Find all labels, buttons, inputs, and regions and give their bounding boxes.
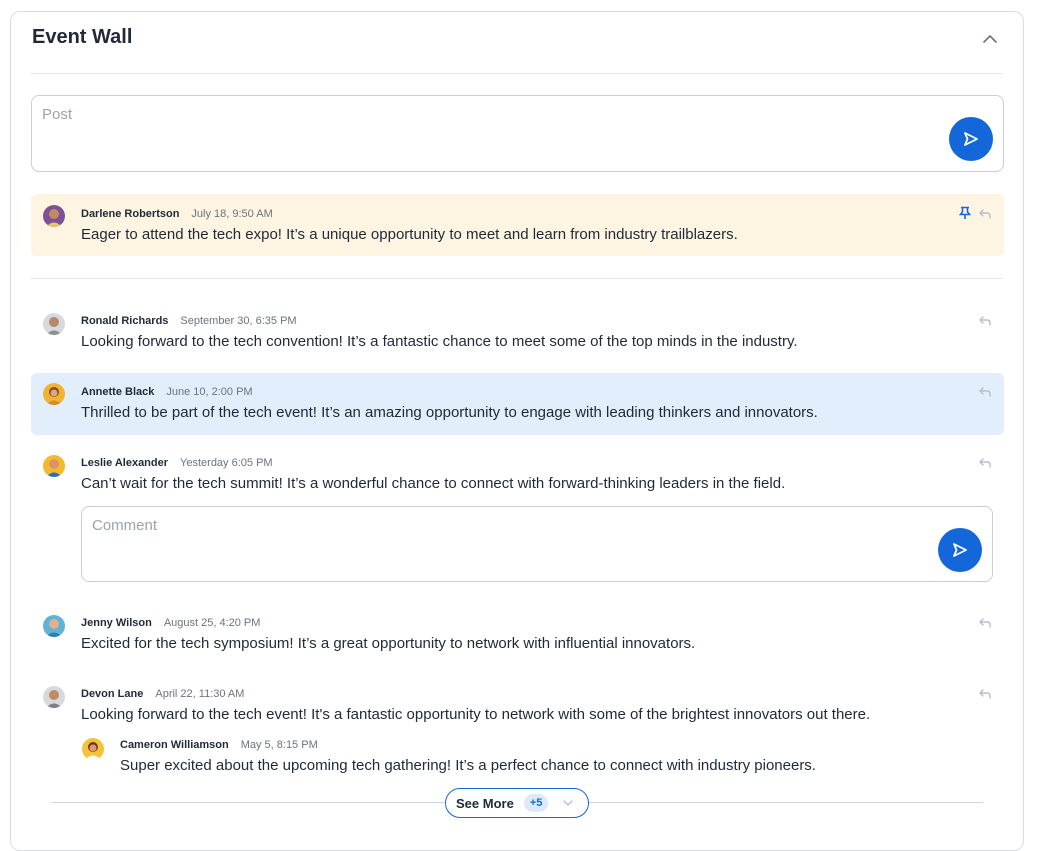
chevron-down-icon — [563, 800, 574, 806]
message-text: Super excited about the upcoming tech ga… — [120, 757, 816, 774]
see-more-button[interactable]: See More +5 — [445, 788, 589, 818]
post-send-button[interactable] — [949, 117, 993, 161]
timestamp: September 30, 6:35 PM — [180, 315, 297, 327]
event-wall-title: Event Wall — [32, 26, 133, 48]
reply-icon — [979, 209, 991, 219]
reply-item: Cameron Williamson May 5, 8:15 PM Super e… — [70, 730, 950, 780]
timestamp: May 5, 8:15 PM — [240, 739, 318, 751]
avatar — [82, 738, 104, 760]
pinned-divider — [31, 278, 1003, 279]
reply-icon — [979, 387, 991, 397]
comment-composer — [81, 506, 993, 582]
message-meta: Devon Lane April 22, 11:30 AM — [81, 688, 244, 700]
person-avatar-icon — [46, 619, 62, 637]
avatar — [43, 205, 65, 227]
reply-icon — [979, 316, 991, 326]
reply-icon — [979, 689, 991, 699]
list-item: Ronald Richards September 30, 6:35 PM Loo… — [31, 302, 1004, 362]
author-name: Darlene Robertson — [81, 208, 180, 220]
person-avatar-icon — [46, 690, 62, 708]
avatar — [43, 686, 65, 708]
avatar — [43, 455, 65, 477]
reply-button[interactable] — [978, 207, 992, 221]
reply-button[interactable] — [978, 687, 992, 701]
author-name: Jenny Wilson — [81, 617, 152, 629]
message-text: Thrilled to be part of the tech event! I… — [81, 404, 818, 421]
author-name: Ronald Richards — [81, 315, 169, 327]
message-text: Eager to attend the tech expo! It’s a un… — [81, 226, 738, 243]
header-divider — [31, 73, 1003, 74]
reply-button[interactable] — [978, 314, 992, 328]
timestamp: April 22, 11:30 AM — [155, 688, 245, 700]
person-avatar-icon — [46, 459, 62, 477]
message-meta: Annette Black June 10, 2:00 PM — [81, 386, 253, 398]
timestamp: August 25, 4:20 PM — [163, 617, 261, 629]
comment-input[interactable] — [92, 517, 972, 567]
pin-button[interactable] — [958, 206, 972, 220]
reply-icon — [979, 618, 991, 628]
post-input[interactable] — [42, 106, 922, 156]
person-avatar-icon — [85, 742, 101, 760]
message-meta: Jenny Wilson August 25, 4:20 PM — [81, 617, 260, 629]
timestamp: July 18, 9:50 AM — [191, 208, 273, 220]
avatar — [43, 383, 65, 405]
reply-button[interactable] — [978, 456, 992, 470]
reply-button[interactable] — [978, 616, 992, 630]
send-icon — [964, 132, 978, 146]
message-meta: Leslie Alexander Yesterday 6:05 PM — [81, 457, 273, 469]
message-text: Looking forward to the tech convention! … — [81, 333, 798, 350]
message-text: Can’t wait for the tech summit! It’s a w… — [81, 475, 786, 492]
author-name: Leslie Alexander — [81, 457, 169, 469]
pin-icon — [958, 206, 972, 219]
post-composer — [31, 95, 1004, 172]
timestamp: Yesterday 6:05 PM — [180, 457, 273, 469]
author-name: Devon Lane — [81, 688, 144, 700]
avatar — [43, 615, 65, 637]
pinned-message: Darlene Robertson July 18, 9:50 AM Eager … — [31, 194, 1004, 256]
send-icon — [953, 543, 967, 557]
reply-icon — [979, 458, 991, 468]
author-name: Annette Black — [81, 386, 155, 398]
person-avatar-icon — [46, 387, 62, 405]
message-meta: Ronald Richards September 30, 6:35 PM — [81, 315, 297, 327]
event-wall-card: Event Wall Darlene Robertson July 18, 9:5… — [10, 11, 1024, 851]
message-text: Excited for the tech symposium! It’s a g… — [81, 635, 696, 652]
person-avatar-icon — [46, 209, 62, 227]
list-item: Annette Black June 10, 2:00 PM Thrilled t… — [31, 373, 1004, 435]
person-avatar-icon — [46, 317, 62, 335]
see-more-count-badge: +5 — [523, 794, 549, 812]
chevron-up-icon — [983, 35, 997, 43]
list-item: Devon Lane April 22, 11:30 AM Looking for… — [31, 675, 1004, 735]
message-text: Looking forward to the tech event! It's … — [81, 706, 871, 723]
collapse-button[interactable] — [979, 28, 1001, 50]
message-meta: Darlene Robertson July 18, 9:50 AM — [81, 208, 273, 220]
message-meta: Cameron Williamson May 5, 8:15 PM — [120, 739, 318, 751]
see-more-label: See More — [456, 795, 514, 811]
list-item: Jenny Wilson August 25, 4:20 PM Excited f… — [31, 604, 1004, 664]
timestamp: June 10, 2:00 PM — [166, 386, 253, 398]
list-item: Leslie Alexander Yesterday 6:05 PM Can’t … — [31, 445, 1004, 501]
avatar — [43, 313, 65, 335]
comment-send-button[interactable] — [938, 528, 982, 572]
author-name: Cameron Williamson — [120, 739, 229, 751]
reply-button[interactable] — [978, 385, 992, 399]
